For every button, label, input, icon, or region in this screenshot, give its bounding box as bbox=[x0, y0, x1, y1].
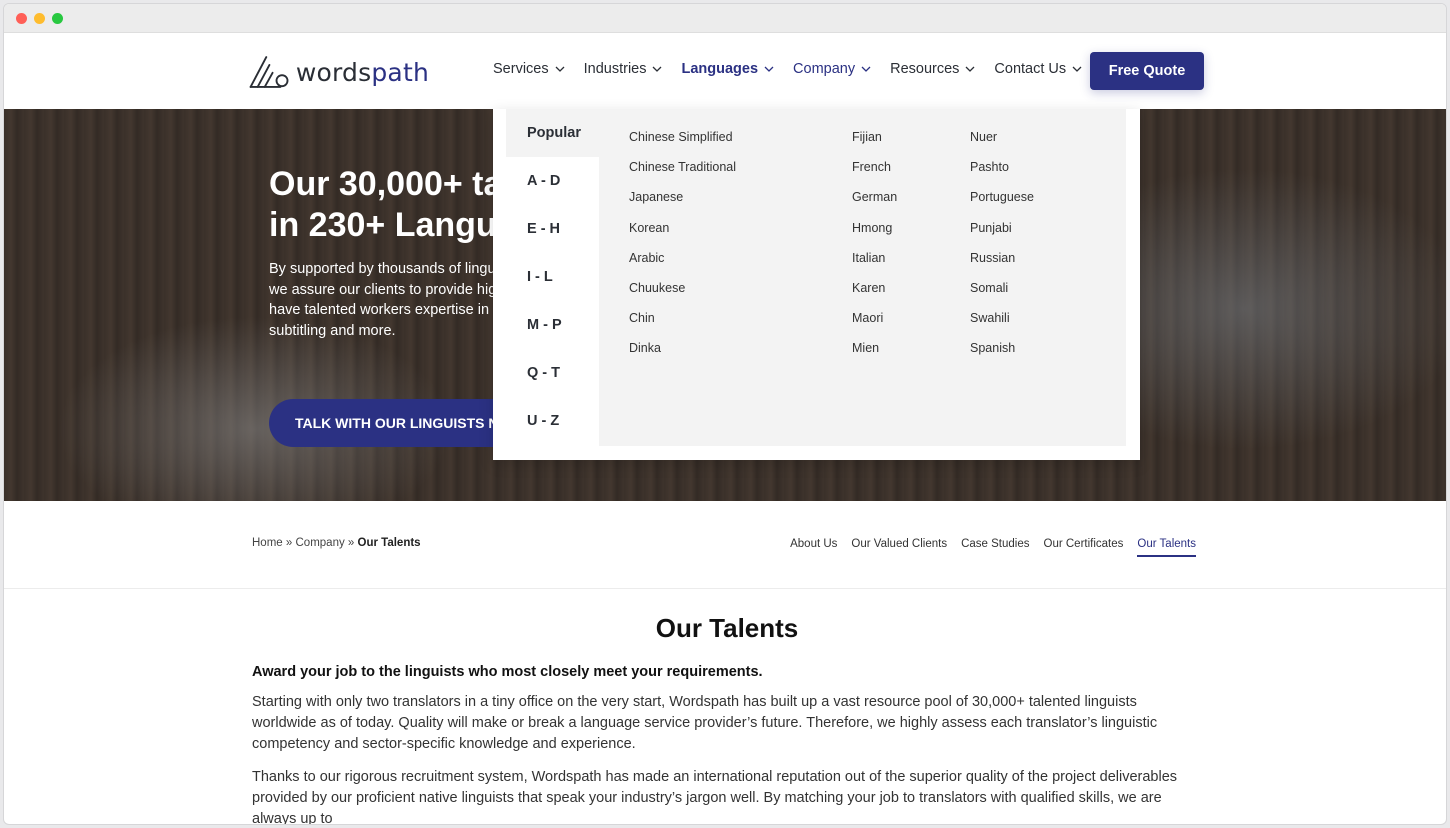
subnav-our-certificates[interactable]: Our Certificates bbox=[1044, 538, 1124, 557]
language-link[interactable]: Chuukese bbox=[629, 281, 736, 311]
wordspath-logo-icon bbox=[249, 56, 289, 88]
nav-contact-us[interactable]: Contact Us bbox=[994, 61, 1082, 77]
body-paragraph: Starting with only two translators in a … bbox=[252, 694, 1158, 752]
language-link[interactable]: Korean bbox=[629, 221, 736, 251]
page-subbar: Home » Company » Our Talents About Us Ou… bbox=[4, 501, 1446, 589]
language-link[interactable]: Karen bbox=[852, 281, 897, 311]
subnav-about-us[interactable]: About Us bbox=[790, 538, 837, 557]
hero-description-line: subtitling and more. bbox=[269, 323, 396, 340]
lead-text: Award your job to the linguists who most… bbox=[252, 664, 763, 680]
nav-industries-label: Industries bbox=[583, 61, 647, 77]
hero-description: By supported by thousands of linguists, … bbox=[269, 259, 509, 342]
language-link[interactable]: Punjabi bbox=[970, 221, 1034, 251]
language-link[interactable]: Somali bbox=[970, 281, 1034, 311]
breadcrumb-separator: » bbox=[347, 537, 355, 549]
minimize-window-button[interactable] bbox=[34, 13, 45, 24]
language-link[interactable]: Italian bbox=[852, 251, 897, 281]
window-titlebar bbox=[4, 4, 1446, 33]
site-header: wordspath Services Industries Languages … bbox=[4, 33, 1446, 109]
nav-company-label: Company bbox=[793, 61, 856, 77]
languages-column-1: Chinese Simplified Chinese Traditional J… bbox=[629, 130, 736, 372]
tab-popular[interactable]: Popular bbox=[506, 109, 599, 157]
hero-title-line2: in 230+ Languages bbox=[269, 206, 509, 244]
main-nav: Services Industries Languages Company Re… bbox=[493, 61, 1101, 77]
language-link[interactable]: Spanish bbox=[970, 341, 1034, 371]
language-link[interactable]: Fijian bbox=[852, 130, 897, 160]
language-link[interactable]: Mien bbox=[852, 341, 897, 371]
tab-u-z[interactable]: U - Z bbox=[506, 397, 599, 445]
nav-company[interactable]: Company bbox=[793, 61, 871, 77]
body-paragraph: Thanks to our rigorous recruitment syste… bbox=[252, 769, 1178, 825]
breadcrumb-separator: » bbox=[285, 537, 293, 549]
language-link[interactable]: French bbox=[852, 160, 897, 190]
languages-dropdown: Popular A - D E - H I - L M - P Q - T U … bbox=[493, 109, 1140, 460]
page-title: Our Talents bbox=[655, 613, 799, 643]
brand-name-part1: words bbox=[295, 57, 372, 87]
hero-title-line1: Our 30,000+ talented linguists bbox=[269, 165, 509, 203]
brand-name-part2: path bbox=[371, 57, 429, 87]
nav-languages[interactable]: Languages bbox=[681, 61, 774, 77]
tab-a-d[interactable]: A - D bbox=[506, 157, 599, 205]
subnav-case-studies[interactable]: Case Studies bbox=[961, 538, 1029, 557]
nav-resources[interactable]: Resources bbox=[890, 61, 975, 77]
nav-resources-label: Resources bbox=[890, 61, 960, 77]
languages-panel: Chinese Simplified Chinese Traditional J… bbox=[599, 109, 1126, 446]
browser-window: wordspath Services Industries Languages … bbox=[3, 3, 1447, 825]
tab-m-p[interactable]: M - P bbox=[506, 301, 599, 349]
languages-tab-list: Popular A - D E - H I - L M - P Q - T U … bbox=[506, 109, 599, 445]
language-link[interactable]: Arabic bbox=[629, 251, 736, 281]
breadcrumb: Home » Company » Our Talents bbox=[252, 537, 421, 549]
language-link[interactable]: Pashto bbox=[970, 160, 1034, 190]
language-link[interactable]: Chinese Traditional bbox=[629, 160, 736, 190]
nav-industries[interactable]: Industries bbox=[584, 61, 663, 77]
language-link[interactable]: Russian bbox=[970, 251, 1034, 281]
language-link[interactable]: Portuguese bbox=[970, 190, 1034, 220]
site-logo[interactable]: wordspath bbox=[249, 49, 429, 95]
company-subnav: About Us Our Valued Clients Case Studies… bbox=[790, 538, 1196, 557]
language-link[interactable]: Hmong bbox=[852, 221, 897, 251]
tab-e-h[interactable]: E - H bbox=[506, 205, 599, 253]
talk-with-linguists-button[interactable]: TALK WITH OUR LINGUISTS NOW bbox=[269, 399, 509, 447]
languages-column-2: Fijian French German Hmong Italian Karen… bbox=[852, 130, 897, 372]
language-link[interactable]: Maori bbox=[852, 311, 897, 341]
main-content: Our Talents Award your job to the lingui… bbox=[252, 589, 1202, 825]
chevron-down-icon bbox=[653, 66, 662, 72]
tab-i-l[interactable]: I - L bbox=[506, 253, 599, 301]
language-link[interactable]: Nuer bbox=[970, 130, 1034, 160]
subnav-our-talents[interactable]: Our Talents bbox=[1137, 538, 1196, 557]
free-quote-button[interactable]: Free Quote bbox=[1090, 52, 1204, 90]
hero-description-line: we assure our clients to provide high qu… bbox=[269, 281, 509, 298]
breadcrumb-home[interactable]: Home bbox=[252, 537, 283, 549]
hero-description-line: have talented workers expertise in many bbox=[269, 302, 509, 319]
hero-description-line: By supported by thousands of linguists, bbox=[269, 261, 509, 277]
nav-languages-label: Languages bbox=[681, 61, 759, 77]
language-link[interactable]: Swahili bbox=[970, 311, 1034, 341]
chevron-down-icon bbox=[1072, 66, 1082, 72]
breadcrumb-company[interactable]: Company bbox=[296, 537, 345, 549]
language-link[interactable]: Dinka bbox=[629, 341, 736, 371]
tab-q-t[interactable]: Q - T bbox=[506, 349, 599, 397]
hero-title: Our 30,000+ talented linguists in 230+ L… bbox=[269, 164, 509, 246]
language-link[interactable]: German bbox=[852, 190, 897, 220]
language-link[interactable]: Chin bbox=[629, 311, 736, 341]
nav-services[interactable]: Services bbox=[493, 61, 565, 77]
breadcrumb-current: Our Talents bbox=[357, 537, 421, 549]
chevron-down-icon bbox=[764, 66, 774, 72]
language-link[interactable]: Japanese bbox=[629, 190, 736, 220]
subnav-our-valued-clients[interactable]: Our Valued Clients bbox=[851, 538, 947, 557]
nav-contact-label: Contact Us bbox=[994, 61, 1067, 77]
chevron-down-icon bbox=[861, 66, 871, 72]
close-window-button[interactable] bbox=[16, 13, 27, 24]
nav-services-label: Services bbox=[493, 61, 549, 77]
chevron-down-icon bbox=[965, 66, 975, 72]
brand-name: wordspath bbox=[296, 58, 429, 87]
maximize-window-button[interactable] bbox=[52, 13, 63, 24]
language-link[interactable]: Chinese Simplified bbox=[629, 130, 736, 160]
languages-column-3: Nuer Pashto Portuguese Punjabi Russian S… bbox=[970, 130, 1034, 372]
chevron-down-icon bbox=[555, 66, 565, 72]
